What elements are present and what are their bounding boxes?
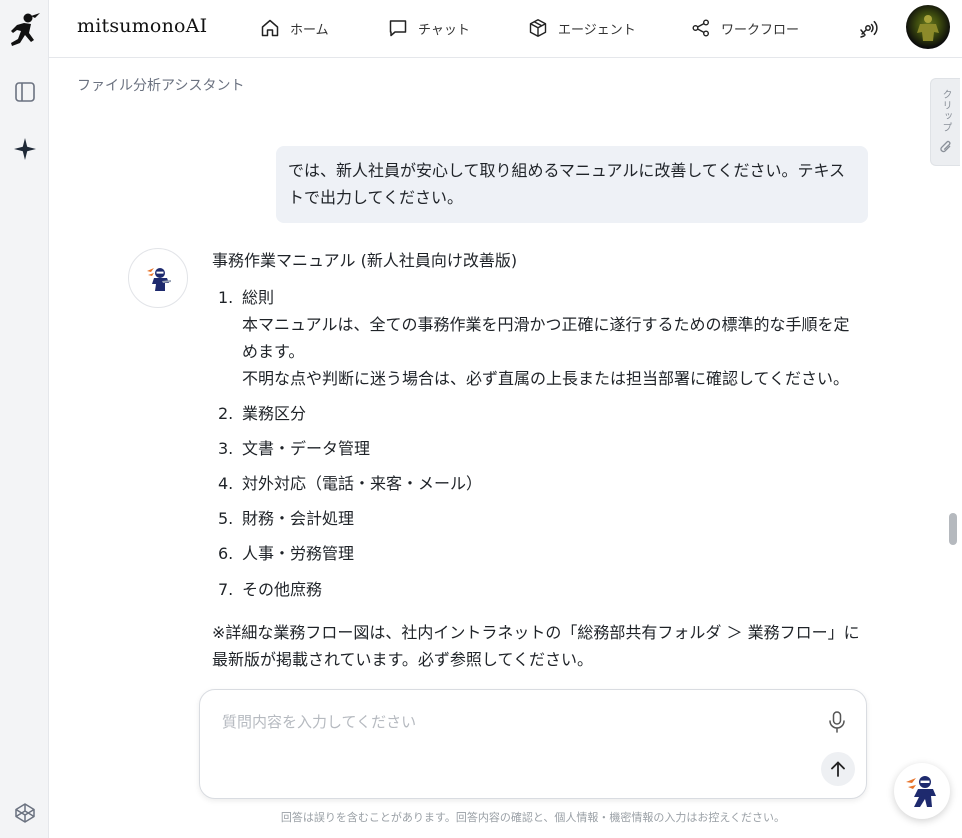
- left-rail: [0, 0, 49, 838]
- arrow-up-icon: [831, 761, 845, 777]
- list-number: 5.: [218, 509, 234, 528]
- question-input[interactable]: [222, 710, 802, 734]
- answer-note-line: 最新版が掲載されています。必ず参照してください。: [212, 650, 593, 669]
- sidebar-toggle-icon[interactable]: [12, 79, 38, 105]
- list-number: 3.: [218, 439, 234, 458]
- home-icon: [261, 19, 279, 37]
- microphone-icon[interactable]: [824, 709, 850, 735]
- list-number: 1.: [218, 288, 234, 307]
- share-icon: [692, 19, 709, 37]
- scrollbar-thumb[interactable]: [949, 513, 957, 545]
- breadcrumb: ファイル分析アシスタント: [77, 78, 245, 94]
- list-label: 財務・会計処理: [242, 509, 355, 528]
- answer-title: 事務作業マニュアル (新人社員向け改善版): [212, 251, 518, 270]
- list-label: 総則: [242, 288, 275, 307]
- nav-agent[interactable]: エージェント: [528, 14, 636, 42]
- nav-workflow-label: ワークフロー: [721, 22, 800, 38]
- list-number: 2.: [218, 404, 234, 423]
- broadcast-icon[interactable]: [857, 15, 883, 41]
- nav-chat-label: チャット: [418, 22, 470, 38]
- list-detail: 本マニュアルは、全ての事務作業を円滑かつ正確に遂行するための標準的な手順を定: [242, 315, 850, 334]
- user-avatar[interactable]: [906, 5, 950, 49]
- scrollbar-track[interactable]: [945, 60, 959, 682]
- ninja-mascot-icon: [906, 776, 936, 807]
- list-number: 7.: [218, 580, 234, 599]
- list-number: 6.: [218, 544, 234, 563]
- sparkle-icon[interactable]: [12, 136, 38, 162]
- brand-name[interactable]: mitsumonoAI: [77, 15, 207, 37]
- send-button[interactable]: [821, 752, 855, 786]
- nav-workflow[interactable]: ワークフロー: [691, 14, 799, 42]
- nav-home-label: ホーム: [290, 22, 329, 38]
- nav-chat[interactable]: チャット: [388, 14, 470, 42]
- list-label: 業務区分: [242, 404, 307, 423]
- list-label: 文書・データ管理: [242, 439, 371, 458]
- cube-icon: [529, 19, 547, 37]
- top-header: mitsumonoAI ホーム チャット エージェント ワークフロー: [49, 0, 962, 58]
- answer-note: ※詳細な業務フロー図は、社内イントラネットの「総務部共有フォルダ ＞ 業務フロー…: [212, 619, 872, 673]
- codepen-icon[interactable]: [12, 800, 38, 826]
- assistant-launcher-button[interactable]: [894, 763, 950, 819]
- list-label: その他庶務: [242, 580, 323, 599]
- list-label: 対外対応（電話・来客・メール）: [242, 474, 483, 493]
- user-message-bubble: では、新人社員が安心して取り組めるマニュアルに改善してください。テキストで出力し…: [276, 146, 868, 223]
- assistant-avatar: [128, 248, 188, 308]
- message-composer: [199, 689, 867, 799]
- list-number: 4.: [218, 474, 234, 493]
- nav-home[interactable]: ホーム: [260, 14, 329, 42]
- disclaimer-text: 回答は誤りを含むことがあります。回答内容の確認と、個人情報・機密情報の入力はお控…: [280, 811, 786, 824]
- ninja-mascot-icon: [147, 268, 171, 291]
- list-detail: 不明な点や判断に迷う場合は、必ず直属の上長または担当部署に確認してください。: [242, 369, 850, 388]
- list-detail: めます。: [242, 342, 305, 361]
- ninja-logo-icon[interactable]: [9, 12, 41, 50]
- answer-note-line: ※詳細な業務フロー図は、社内イントラネットの「総務部共有フォルダ ＞ 業務フロー…: [212, 623, 860, 642]
- list-label: 人事・労務管理: [242, 544, 355, 563]
- nav-agent-label: エージェント: [558, 22, 636, 38]
- chat-icon: [389, 20, 407, 37]
